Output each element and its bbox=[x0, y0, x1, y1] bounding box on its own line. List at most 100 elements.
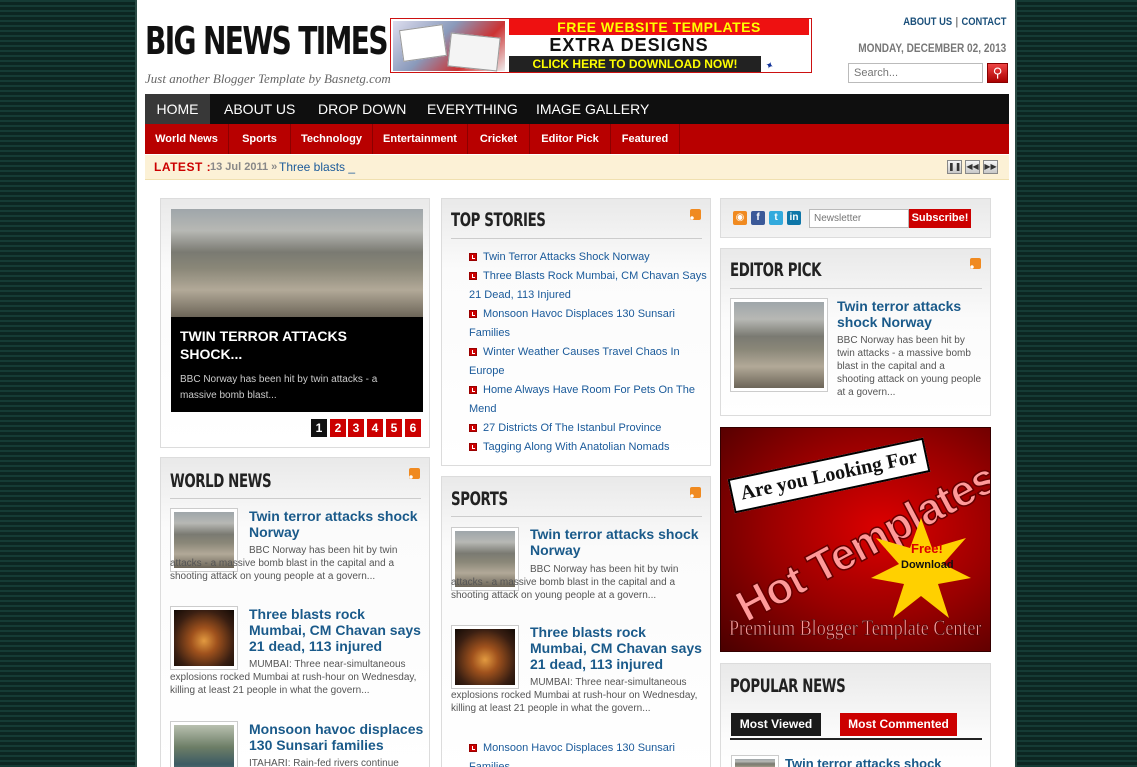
hot-templates-ad[interactable]: Are you Looking For Hot Templates Free! … bbox=[720, 427, 991, 652]
ticker-prev-icon[interactable]: ◀◀ bbox=[965, 160, 980, 174]
slider-page-4[interactable]: 4 bbox=[367, 419, 383, 437]
cat-featured[interactable]: Featured bbox=[611, 124, 680, 154]
bullet-icon bbox=[469, 744, 477, 752]
world-news-section: WORLD NEWS Twin terror attacks shock Nor… bbox=[160, 457, 430, 767]
post-excerpt: MUMBAI: Three near-simultaneous explosio… bbox=[170, 659, 417, 696]
story-link[interactable]: Tagging Along With Anatolian Nomads bbox=[469, 438, 714, 457]
nav-home[interactable]: HOME bbox=[145, 94, 210, 124]
site-tagline: Just another Blogger Template by Basnetg… bbox=[145, 71, 391, 86]
post-title[interactable]: Twin terror attacks shock Norway bbox=[249, 508, 424, 540]
slider-page-1[interactable]: 1 bbox=[311, 419, 327, 437]
story-link[interactable]: Monsoon Havoc Displaces 130 Sunsari Fami… bbox=[469, 739, 714, 767]
divider bbox=[170, 498, 421, 499]
post-excerpt: BBC Norway has been hit by twin attacks … bbox=[837, 335, 981, 398]
search-icon: ⚲ bbox=[992, 65, 1003, 80]
editor-pick-section: EDITOR PICK Twin terror attacks shock No… bbox=[720, 248, 991, 416]
post-title[interactable]: Twin terror attacks shock Norway bbox=[530, 526, 705, 558]
banner-line3: CLICK HERE TO DOWNLOAD NOW! bbox=[509, 56, 761, 72]
ticker-link[interactable]: Three blasts _ bbox=[279, 155, 355, 180]
story-link[interactable]: 27 Districts Of The Istanbul Province bbox=[469, 419, 714, 438]
post-thumbnail[interactable] bbox=[730, 298, 828, 392]
ticker-pause-icon[interactable]: ❚❚ bbox=[947, 160, 962, 174]
banner-line1: FREE WEBSITE TEMPLATES bbox=[509, 19, 809, 35]
ad-line3: Premium Blogger Template Center bbox=[729, 615, 982, 641]
cat-world-news[interactable]: World News bbox=[145, 124, 229, 154]
slider-page-3[interactable]: 3 bbox=[348, 419, 364, 437]
featured-slider: TWIN TERROR ATTACKS SHOCK... BBC Norway … bbox=[160, 198, 430, 448]
rss-icon[interactable] bbox=[409, 468, 420, 479]
post-excerpt: BBC Norway has been hit by twin attacks … bbox=[170, 545, 398, 582]
page-container: BIG NEWS TIMES Just another Blogger Temp… bbox=[135, 0, 1017, 767]
newsletter-input[interactable] bbox=[809, 209, 909, 228]
post-thumbnail[interactable] bbox=[731, 755, 779, 767]
post-title[interactable]: Monsoon havoc displaces 130 Sunsari fami… bbox=[249, 721, 424, 753]
post-excerpt: MUMBAI: Three near-simultaneous explosio… bbox=[451, 677, 698, 714]
linkedin-icon[interactable]: in bbox=[787, 211, 801, 225]
story-link[interactable]: Monsoon Havoc Displaces 130 Sunsari Fami… bbox=[469, 305, 714, 343]
story-link[interactable]: Three Blasts Rock Mumbai, CM Chavan Says… bbox=[469, 267, 714, 305]
top-links: ABOUT US | CONTACT bbox=[902, 16, 1006, 28]
cat-entertainment[interactable]: Entertainment bbox=[373, 124, 468, 154]
rss-icon[interactable] bbox=[690, 487, 701, 498]
section-title: TOP STORIES bbox=[451, 209, 546, 231]
section-title: SPORTS bbox=[451, 488, 508, 510]
current-date: MONDAY, DECEMBER 02, 2013 bbox=[857, 41, 1006, 55]
social-newsletter-box: ◉ f t in Subscribe! bbox=[720, 198, 991, 238]
slider-image[interactable] bbox=[171, 209, 423, 317]
cat-sports[interactable]: Sports bbox=[229, 124, 291, 154]
divider bbox=[451, 238, 702, 239]
search-input[interactable] bbox=[848, 63, 983, 83]
tab-most-viewed[interactable]: Most Viewed bbox=[731, 713, 821, 736]
slider-page-2[interactable]: 2 bbox=[330, 419, 346, 437]
post-title[interactable]: Three blasts rock Mumbai, CM Chavan says… bbox=[249, 606, 424, 654]
bullet-icon bbox=[469, 272, 477, 280]
cat-editor-pick[interactable]: Editor Pick bbox=[530, 124, 611, 154]
post-title[interactable]: Twin terror attacks shock Norway bbox=[837, 298, 987, 330]
post-excerpt: ITAHARI: Rain-fed rivers continue bbox=[249, 758, 399, 767]
sports-section: SPORTS Twin terror attacks shock Norway … bbox=[441, 476, 711, 767]
slider-caption: TWIN TERROR ATTACKS SHOCK... BBC Norway … bbox=[171, 317, 423, 412]
section-title: POPULAR NEWS bbox=[730, 675, 846, 697]
top-link-about[interactable]: ABOUT US bbox=[903, 16, 952, 28]
ad-badge-free: Free! bbox=[911, 541, 943, 556]
bullet-icon bbox=[469, 386, 477, 394]
facebook-icon[interactable]: f bbox=[751, 211, 765, 225]
top-link-contact[interactable]: CONTACT bbox=[961, 16, 1006, 28]
ticker-next-icon[interactable]: ▶▶ bbox=[983, 160, 998, 174]
nav-about-us[interactable]: ABOUT US bbox=[224, 94, 295, 124]
story-link[interactable]: Home Always Have Room For Pets On The Me… bbox=[469, 381, 714, 419]
category-nav: World News Sports Technology Entertainme… bbox=[145, 124, 1009, 154]
search-button[interactable]: ⚲ bbox=[987, 63, 1008, 83]
nav-drop-down[interactable]: DROP DOWN bbox=[318, 94, 406, 124]
rss-icon[interactable]: ◉ bbox=[733, 211, 747, 225]
section-title: WORLD NEWS bbox=[170, 470, 272, 492]
nav-image-gallery[interactable]: IMAGE GALLERY bbox=[536, 94, 649, 124]
bullet-icon bbox=[469, 443, 477, 451]
slider-page-6[interactable]: 6 bbox=[405, 419, 421, 437]
popular-item-title[interactable]: Twin terror attacks shock bbox=[785, 756, 985, 767]
ticker-label: LATEST : bbox=[154, 160, 212, 174]
tab-most-commented[interactable]: Most Commented bbox=[840, 713, 957, 736]
rss-icon[interactable] bbox=[970, 258, 981, 269]
ticker-date: 13 Jul 2011 » bbox=[210, 161, 278, 173]
ad-badge-download: Download bbox=[901, 559, 954, 571]
post-thumbnail[interactable] bbox=[170, 721, 238, 767]
story-link[interactable]: Winter Weather Causes Travel Chaos In Eu… bbox=[469, 343, 714, 381]
rss-icon[interactable] bbox=[690, 209, 701, 220]
slider-page-5[interactable]: 5 bbox=[386, 419, 402, 437]
main-nav: HOME ABOUT US DROP DOWN EVERYTHING IMAGE… bbox=[145, 94, 1009, 124]
bullet-icon bbox=[469, 424, 477, 432]
cat-technology[interactable]: Technology bbox=[291, 124, 373, 154]
site-logo[interactable]: BIG NEWS TIMES bbox=[145, 19, 389, 63]
tab-underline bbox=[730, 738, 982, 740]
banner-mascot-icon: ✦ bbox=[764, 59, 778, 72]
header-banner-ad[interactable]: FREE WEBSITE TEMPLATES EXTRA DESIGNS CLI… bbox=[390, 18, 812, 73]
slider-title[interactable]: TWIN TERROR ATTACKS SHOCK... bbox=[180, 327, 410, 363]
post-title[interactable]: Three blasts rock Mumbai, CM Chavan says… bbox=[530, 624, 705, 672]
banner-line2: EXTRA DESIGNS bbox=[549, 35, 709, 55]
cat-cricket[interactable]: Cricket bbox=[468, 124, 530, 154]
twitter-icon[interactable]: t bbox=[769, 211, 783, 225]
subscribe-button[interactable]: Subscribe! bbox=[909, 209, 971, 228]
nav-everything[interactable]: EVERYTHING bbox=[427, 94, 518, 124]
story-link[interactable]: Twin Terror Attacks Shock Norway bbox=[469, 248, 714, 267]
